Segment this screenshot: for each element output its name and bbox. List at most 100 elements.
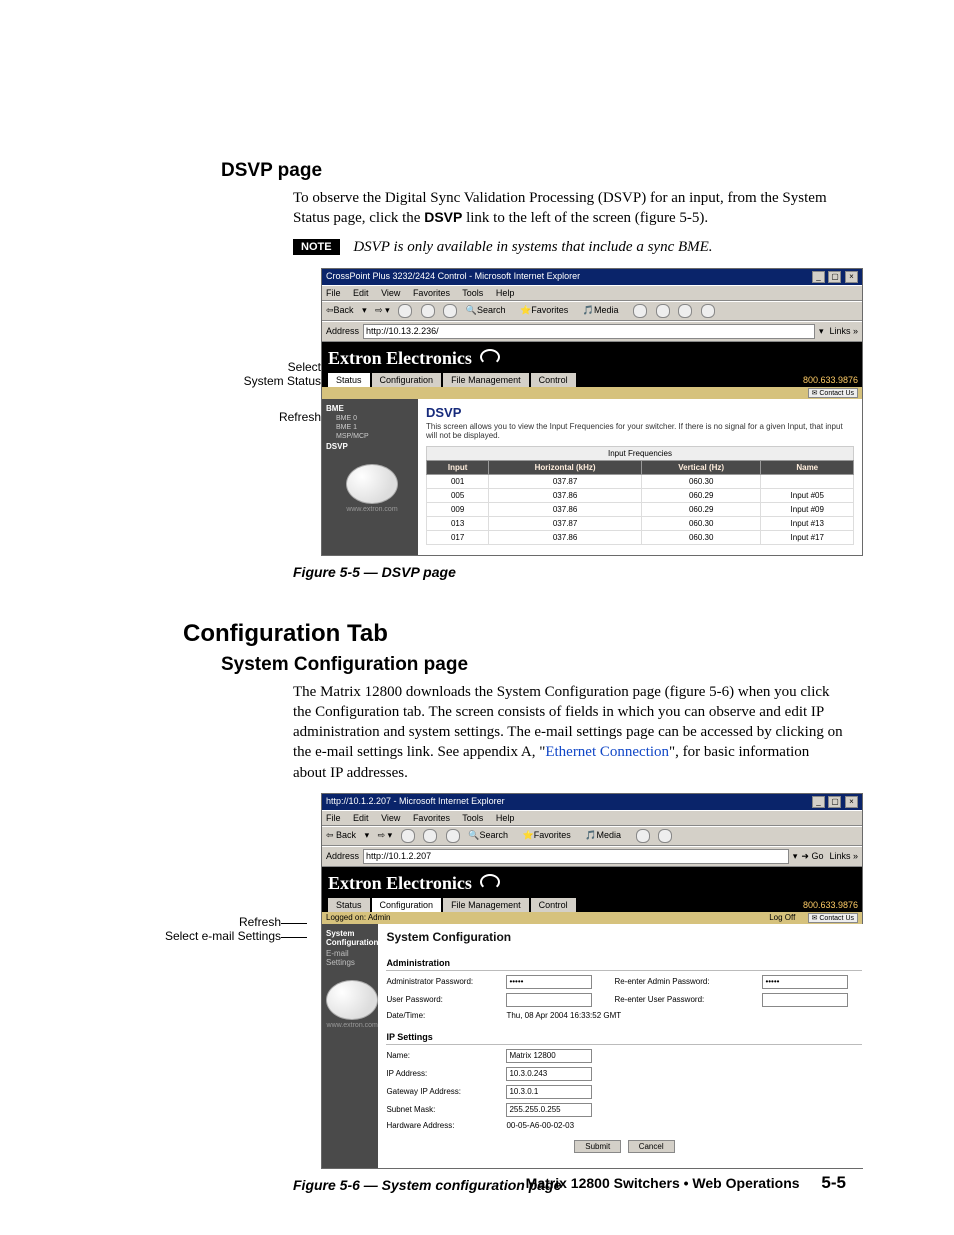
stop-icon[interactable] [398, 304, 412, 318]
contact-us-link[interactable]: ✉ Contact Us [808, 388, 858, 398]
menu-help[interactable]: Help [496, 813, 515, 823]
note-block: NOTE DSVP is only available in systems t… [293, 239, 846, 256]
page-number: 5-5 [821, 1173, 846, 1192]
stop-icon[interactable] [401, 829, 415, 843]
contact-us-link[interactable]: ✉ Contact Us [808, 913, 858, 923]
menu-help[interactable]: Help [496, 288, 515, 298]
submit-button[interactable]: Submit [574, 1140, 621, 1153]
brand-swoosh-icon [480, 349, 500, 365]
menu-favorites[interactable]: Favorites [413, 288, 450, 298]
minimize-icon[interactable]: _ [812, 796, 825, 808]
sidenav-bme1[interactable]: BME 1 [326, 423, 418, 432]
dsvp-title: DSVP [426, 405, 854, 420]
go-button[interactable]: ➜ Go [801, 851, 823, 862]
ip-label: IP Address: [386, 1069, 498, 1078]
sidenav-msp[interactable]: MSP/MCP [326, 432, 418, 441]
sidenav-bme[interactable]: BME [326, 403, 418, 414]
close-icon[interactable]: × [845, 271, 858, 283]
home-icon[interactable] [443, 304, 457, 318]
menu-view[interactable]: View [381, 288, 400, 298]
tab-configuration[interactable]: Configuration [372, 373, 442, 387]
history-icon[interactable] [636, 829, 650, 843]
user-pw-input[interactable] [506, 993, 592, 1007]
figure-5-5: Select System Status Refresh CrossPoint … [241, 268, 861, 556]
refresh-icon[interactable] [423, 829, 437, 843]
system-config-heading: System Configuration page [221, 654, 846, 676]
main-tabs: Status Configuration File Management Con… [322, 369, 862, 387]
refresh-icon[interactable] [421, 304, 435, 318]
address-bar: Address ▾ Links » [322, 321, 862, 342]
links-label[interactable]: Links » [829, 326, 858, 336]
minimize-icon[interactable]: _ [812, 271, 825, 283]
table-row: 005037.86060.29Input #05 [427, 488, 854, 502]
history-icon[interactable] [633, 304, 647, 318]
print-icon[interactable] [678, 304, 692, 318]
menu-tools[interactable]: Tools [462, 288, 483, 298]
edit-icon[interactable] [701, 304, 715, 318]
menu-edit[interactable]: Edit [353, 813, 369, 823]
search-button[interactable]: 🔍Search [466, 305, 512, 315]
sidenav-dsvp[interactable]: DSVP [326, 441, 418, 452]
datetime-value: Thu, 08 Apr 2004 16:33:52 GMT [506, 1011, 862, 1020]
tab-status[interactable]: Status [328, 898, 370, 912]
ip-input[interactable] [506, 1067, 592, 1081]
gateway-input[interactable] [506, 1085, 592, 1099]
tab-file-management[interactable]: File Management [443, 898, 529, 912]
menu-tools[interactable]: Tools [462, 813, 483, 823]
subnet-input[interactable] [506, 1103, 592, 1117]
cancel-button[interactable]: Cancel [628, 1140, 675, 1153]
links-label[interactable]: Links » [829, 851, 858, 861]
address-input[interactable] [363, 324, 815, 339]
user-pw2-input[interactable] [762, 993, 848, 1007]
name-input[interactable] [506, 1049, 592, 1063]
media-button[interactable]: 🎵Media [583, 305, 625, 315]
back-button[interactable]: ⇦ Back ▾ [326, 830, 369, 840]
tab-configuration[interactable]: Configuration [372, 898, 442, 912]
forward-button[interactable]: ⇨ ▾ [375, 305, 390, 315]
search-button[interactable]: 🔍Search [468, 830, 514, 840]
maximize-icon[interactable]: ▢ [828, 796, 841, 808]
extron-url[interactable]: www.extron.com [326, 506, 418, 513]
mail-icon[interactable] [658, 829, 672, 843]
menu-file[interactable]: File [326, 813, 341, 823]
ethernet-connection-link[interactable]: Ethernet Connection [545, 744, 669, 760]
favorites-button[interactable]: ⭐Favorites [520, 305, 574, 315]
ie-window-config: http://10.1.2.207 - Microsoft Internet E… [321, 793, 863, 1169]
maximize-icon[interactable]: ▢ [828, 271, 841, 283]
toolbar: ⇦Back ▾ ⇨ ▾ 🔍Search ⭐Favorites 🎵Media [322, 301, 862, 321]
forward-button[interactable]: ⇨ ▾ [378, 830, 393, 840]
admin-pw2-input[interactable] [762, 975, 848, 989]
sidenav-bme0[interactable]: BME 0 [326, 414, 418, 423]
home-icon[interactable] [446, 829, 460, 843]
menu-favorites[interactable]: Favorites [413, 813, 450, 823]
brand-text: Extron Electronics [328, 348, 472, 368]
tab-file-management[interactable]: File Management [443, 373, 529, 387]
extron-url[interactable]: www.extron.com [326, 1022, 378, 1029]
sidenav-system-config[interactable]: System Configuration [326, 928, 378, 948]
sub-bar: ✉ Contact Us [322, 387, 862, 399]
menu-file[interactable]: File [326, 288, 341, 298]
address-dropdown-icon[interactable]: ▾ [819, 326, 824, 337]
address-input[interactable] [363, 849, 789, 864]
back-button[interactable]: ⇦Back ▾ [326, 305, 367, 315]
menu-view[interactable]: View [381, 813, 400, 823]
favorites-button[interactable]: ⭐Favorites [523, 830, 577, 840]
menu-edit[interactable]: Edit [353, 288, 369, 298]
admin-pw-input[interactable] [506, 975, 592, 989]
tab-control[interactable]: Control [531, 898, 576, 912]
media-button[interactable]: 🎵Media [585, 830, 627, 840]
callout-refresh: Refresh [279, 410, 321, 424]
mail-icon[interactable] [656, 304, 670, 318]
side-nav: BME BME 0 BME 1 MSP/MCP DSVP www.extron.… [322, 399, 418, 555]
tab-control[interactable]: Control [531, 373, 576, 387]
table-row: 017037.86060.30Input #17 [427, 530, 854, 544]
main-tabs: Status Configuration File Management Con… [322, 894, 862, 912]
close-icon[interactable]: × [845, 796, 858, 808]
ie-window-dsvp: CrossPoint Plus 3232/2424 Control - Micr… [321, 268, 863, 556]
user-pw2-label: Re-enter User Password: [614, 995, 754, 1004]
address-dropdown-icon[interactable]: ▾ [793, 851, 798, 862]
logoff-link[interactable]: Log Off [769, 913, 795, 922]
tab-status[interactable]: Status [328, 373, 370, 387]
subnet-label: Subnet Mask: [386, 1105, 498, 1114]
sidenav-email-settings[interactable]: E-mail Settings [326, 948, 378, 968]
